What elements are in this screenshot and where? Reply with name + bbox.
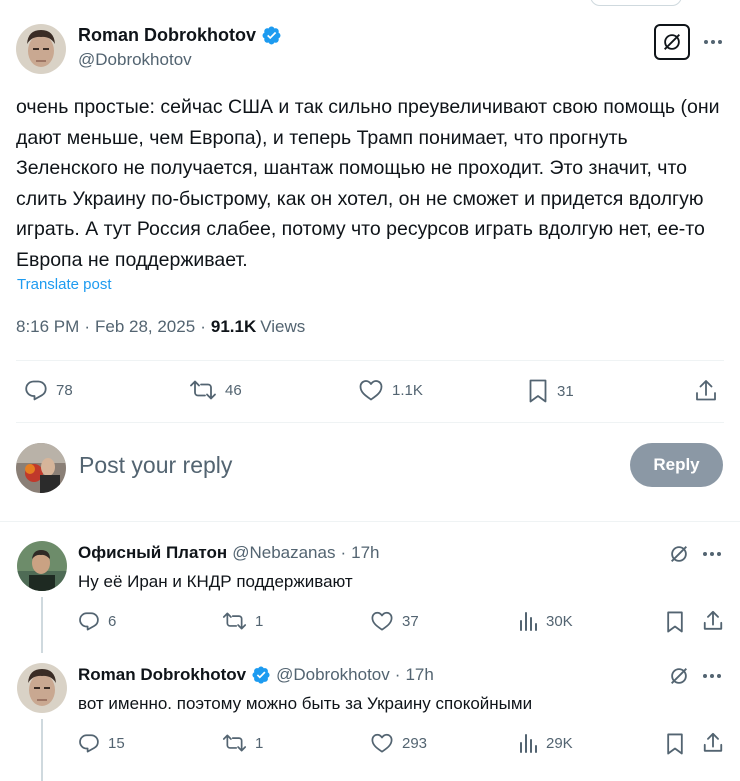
reply-text: Ну её Иран и КНДР поддерживают bbox=[78, 572, 353, 591]
reply-avatar[interactable] bbox=[17, 541, 67, 591]
reply-composer: Post your reply Reply bbox=[16, 440, 728, 496]
dot-separator: · bbox=[340, 543, 347, 562]
bookmark-icon[interactable] bbox=[665, 732, 685, 756]
grok-icon[interactable] bbox=[668, 543, 690, 565]
grok-icon bbox=[664, 34, 680, 50]
share-icon bbox=[696, 380, 716, 401]
divider bbox=[0, 521, 740, 522]
like-count: 37 bbox=[402, 612, 419, 630]
thread-line bbox=[41, 719, 43, 781]
like-action[interactable]: 293 bbox=[370, 732, 427, 754]
verified-badge-icon bbox=[252, 666, 270, 684]
reply-header: Roman Dobrokhotov @Dobrokhotov · 17h bbox=[78, 665, 434, 685]
reply-avatar[interactable] bbox=[17, 663, 67, 713]
reply-age[interactable]: 17h bbox=[405, 665, 433, 685]
divider bbox=[16, 360, 724, 361]
reply-author-name[interactable]: Roman Dobrokhotov bbox=[78, 665, 246, 685]
analytics-icon bbox=[520, 734, 537, 753]
views-action[interactable]: 29K bbox=[518, 732, 573, 754]
meta-separator: · bbox=[200, 317, 206, 336]
post-text: очень простые: сейчас США и так сильно п… bbox=[16, 96, 720, 271]
reply-action[interactable]: 78 bbox=[24, 378, 73, 402]
repost-action[interactable]: 1 bbox=[222, 610, 263, 632]
like-count: 293 bbox=[402, 734, 428, 752]
repost-action[interactable]: 1 bbox=[222, 732, 263, 754]
reply-author-handle[interactable]: @Nebazanas bbox=[232, 543, 335, 563]
divider bbox=[16, 422, 724, 423]
like-action[interactable]: 37 bbox=[370, 610, 419, 632]
reply-icon bbox=[79, 734, 99, 753]
reply-input[interactable]: Post your reply bbox=[79, 452, 232, 479]
reply-author-name[interactable]: Офисный Платон bbox=[78, 543, 227, 563]
repost-icon bbox=[222, 612, 247, 630]
reply-header: Офисный Платон @Nebazanas · 17h bbox=[78, 543, 380, 563]
bookmark-icon bbox=[529, 379, 547, 403]
author-name[interactable]: Roman Dobrokhotov bbox=[78, 25, 256, 46]
like-action[interactable]: 1.1K bbox=[358, 378, 423, 402]
repost-count: 1 bbox=[255, 734, 264, 752]
post-date[interactable]: Feb 28, 2025 bbox=[95, 317, 195, 337]
author-avatar[interactable] bbox=[16, 24, 66, 74]
reply-button[interactable]: Reply bbox=[630, 443, 723, 487]
dot-separator: · bbox=[394, 665, 401, 684]
author-handle[interactable]: @Dobrokhotov bbox=[78, 50, 192, 70]
heart-icon bbox=[359, 380, 383, 401]
more-dots-icon bbox=[704, 40, 722, 44]
thread-line bbox=[41, 597, 43, 653]
repost-count: 1 bbox=[255, 612, 264, 630]
reply-count: 6 bbox=[108, 612, 117, 630]
repost-action[interactable]: 46 bbox=[189, 378, 242, 402]
views-count: 91.1K bbox=[210, 317, 257, 336]
more-dots-icon[interactable] bbox=[700, 666, 724, 686]
more-dots-icon[interactable] bbox=[700, 544, 724, 564]
repost-icon bbox=[222, 734, 247, 752]
reply-text: вот именно. поэтому можно быть за Украин… bbox=[78, 694, 533, 713]
share-icon[interactable] bbox=[702, 609, 724, 633]
post-time[interactable]: 8:16 PM bbox=[16, 317, 79, 337]
meta-separator: · bbox=[84, 317, 90, 336]
reply-count: 15 bbox=[108, 734, 125, 752]
analytics-icon bbox=[520, 612, 537, 631]
bookmark-count: 31 bbox=[557, 382, 574, 400]
share-icon[interactable] bbox=[702, 731, 724, 755]
verified-badge-icon bbox=[262, 26, 281, 45]
top-button-edge[interactable] bbox=[590, 0, 682, 6]
reply-age[interactable]: 17h bbox=[351, 543, 379, 563]
reply-icon bbox=[25, 380, 47, 401]
like-count: 1.1K bbox=[392, 381, 423, 399]
reply-author-handle[interactable]: @Dobrokhotov bbox=[276, 665, 390, 685]
current-user-avatar[interactable] bbox=[16, 443, 66, 493]
share-action[interactable] bbox=[694, 378, 718, 404]
views-count: 30K bbox=[546, 612, 573, 630]
reply-icon bbox=[79, 612, 99, 631]
views-label: Views bbox=[260, 317, 306, 336]
author-name-row[interactable]: Roman Dobrokhotov bbox=[78, 25, 282, 46]
bookmark-icon[interactable] bbox=[665, 610, 685, 634]
reply-count: 78 bbox=[56, 381, 73, 399]
repost-count: 46 bbox=[225, 381, 242, 399]
views-action[interactable]: 30K bbox=[518, 610, 573, 632]
heart-icon bbox=[371, 733, 393, 753]
reply-action[interactable]: 6 bbox=[78, 610, 116, 632]
views-count: 29K bbox=[546, 734, 573, 752]
post-meta: 8:16 PM · Feb 28, 2025 · 91.1K Views bbox=[16, 317, 305, 337]
more-options-button[interactable] bbox=[698, 28, 728, 56]
grok-icon[interactable] bbox=[668, 665, 690, 687]
reply-action[interactable]: 15 bbox=[78, 732, 125, 754]
heart-icon bbox=[371, 611, 393, 631]
grok-button[interactable] bbox=[654, 24, 690, 60]
translate-post-link[interactable]: Translate post bbox=[17, 276, 112, 293]
repost-icon bbox=[190, 380, 216, 400]
bookmark-action[interactable]: 31 bbox=[527, 378, 574, 404]
